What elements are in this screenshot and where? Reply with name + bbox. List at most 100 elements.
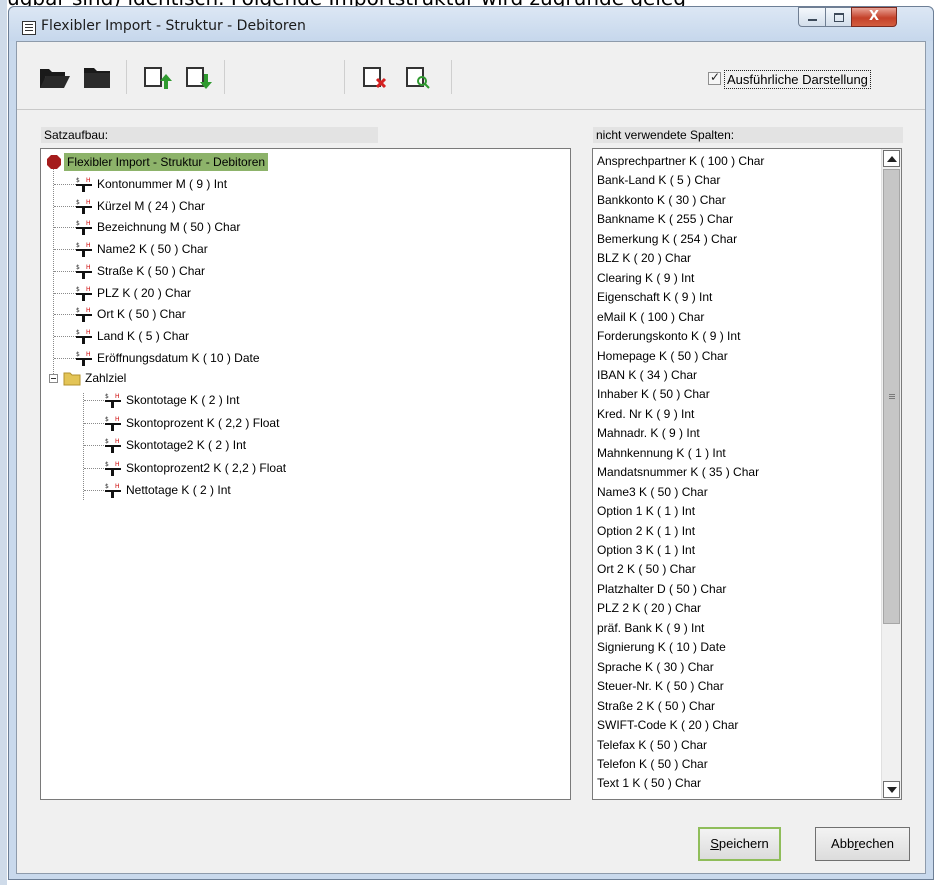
verbose-display-label: Ausführliche Darstellung	[724, 70, 871, 89]
svg-text:H: H	[115, 416, 120, 423]
unused-column-item[interactable]: Mahnkennung K ( 1 ) Int	[597, 444, 726, 463]
unused-column-item[interactable]: Homepage K ( 50 ) Char	[597, 347, 728, 366]
tree-connector	[54, 227, 76, 229]
unused-column-item[interactable]: Ansprechpartner K ( 100 ) Char	[597, 152, 764, 171]
maximize-button[interactable]	[825, 7, 852, 27]
tree-connector	[84, 490, 106, 491]
toolbar-separator	[224, 60, 225, 94]
svg-text:$: $	[76, 329, 80, 336]
svg-text:H: H	[115, 461, 120, 468]
field-type-icon: $ H	[76, 329, 92, 344]
unused-columns-list[interactable]: Ansprechpartner K ( 100 ) Char Bank-Land …	[592, 148, 902, 800]
svg-text:$: $	[76, 220, 80, 227]
scroll-thumb[interactable]	[883, 169, 900, 624]
unused-column-item[interactable]: Ort 2 K ( 50 ) Char	[597, 560, 696, 579]
unused-column-item[interactable]: Clearing K ( 9 ) Int	[597, 269, 694, 288]
svg-text:$: $	[76, 177, 80, 184]
unused-column-item[interactable]: Straße 2 K ( 50 ) Char	[597, 697, 715, 716]
unused-column-item[interactable]: Bankname K ( 255 ) Char	[597, 210, 733, 229]
tree-connector	[84, 400, 106, 401]
title-bar[interactable]: Flexibler Import - Struktur - Debitoren …	[9, 7, 933, 41]
unused-column-item[interactable]: Bank-Land K ( 5 ) Char	[597, 171, 720, 190]
tree-connector	[84, 445, 106, 446]
export-button[interactable]	[140, 62, 174, 92]
folder-button[interactable]	[81, 62, 115, 92]
field-type-icon: $ H	[105, 461, 121, 476]
tree-field-label: Skontotage2 K ( 2 ) Int	[126, 438, 247, 452]
unused-column-item[interactable]: Mahnadr. K ( 9 ) Int	[597, 424, 700, 443]
unused-column-item[interactable]: PLZ 2 K ( 20 ) Char	[597, 599, 701, 618]
tree-connector	[54, 335, 76, 337]
folder-icon	[63, 372, 81, 386]
svg-text:$: $	[76, 351, 80, 358]
app-window-icon	[22, 21, 36, 35]
unused-column-item[interactable]: präf. Bank K ( 9 ) Int	[597, 619, 704, 638]
unused-column-item[interactable]: Name3 K ( 50 ) Char	[597, 483, 708, 502]
collapse-toggle-icon[interactable]	[49, 374, 58, 383]
unused-column-item[interactable]: SWIFT-Code K ( 20 ) Char	[597, 716, 738, 735]
verbose-display-checkbox[interactable]	[708, 70, 721, 85]
tree-field-label: Nettotage K ( 2 ) Int	[126, 483, 231, 497]
svg-text:H: H	[86, 307, 91, 314]
unused-column-item[interactable]: Telefax K ( 50 ) Char	[597, 736, 707, 755]
svg-text:$: $	[105, 416, 109, 423]
svg-text:$: $	[76, 199, 80, 206]
unused-column-item[interactable]: Bankkonto K ( 30 ) Char	[597, 191, 726, 210]
window-title: Flexibler Import - Struktur - Debitoren	[41, 18, 306, 34]
svg-text:$: $	[105, 461, 109, 468]
save-button[interactable]: Speichern	[698, 827, 781, 861]
svg-text:H: H	[86, 286, 91, 293]
unused-column-item[interactable]: Signierung K ( 10 ) Date	[597, 638, 726, 657]
unused-column-item[interactable]: Steuer-Nr. K ( 50 ) Char	[597, 677, 724, 696]
unused-column-item[interactable]: Kred. Nr K ( 9 ) Int	[597, 405, 694, 424]
unused-column-item[interactable]: eMail K ( 100 ) Char	[597, 308, 704, 327]
unused-column-item[interactable]: Text 1 K ( 50 ) Char	[597, 774, 701, 793]
delete-button[interactable]	[359, 62, 393, 92]
scroll-down-icon[interactable]	[883, 781, 900, 798]
unused-column-item[interactable]: Telefon K ( 50 ) Char	[597, 755, 708, 774]
unused-column-item[interactable]: Bemerkung K ( 254 ) Char	[597, 230, 737, 249]
background-document-edge	[0, 0, 7, 885]
unused-column-item[interactable]: Option 2 K ( 1 ) Int	[597, 522, 695, 541]
cancel-label-start: Abb	[831, 836, 855, 851]
svg-text:$: $	[76, 286, 80, 293]
scroll-up-icon[interactable]	[883, 150, 900, 167]
svg-text:H: H	[86, 351, 91, 358]
tree-connector	[54, 292, 76, 294]
svg-text:H: H	[115, 438, 120, 445]
preview-button[interactable]	[402, 62, 436, 92]
field-type-icon: $ H	[76, 307, 92, 323]
structure-tree[interactable]: Flexibler Import - Struktur - Debitoren …	[40, 148, 571, 800]
unused-column-item[interactable]: Forderungskonto K ( 9 ) Int	[597, 327, 740, 346]
tree-field-label: Skontoprozent2 K ( 2,2 ) Float	[126, 460, 287, 475]
field-type-icon: $ H	[105, 483, 121, 498]
tree-field-label: Bezeichnung M ( 50 ) Char	[97, 220, 241, 235]
unused-column-item[interactable]: BLZ K ( 20 ) Char	[597, 249, 691, 268]
tree-field-label: Ort K ( 50 ) Char	[97, 307, 186, 322]
import-button[interactable]	[182, 62, 216, 92]
close-icon: X	[868, 9, 880, 24]
unused-column-item[interactable]: Platzhalter D ( 50 ) Char	[597, 580, 726, 599]
unused-column-item[interactable]: Option 1 K ( 1 ) Int	[597, 502, 695, 521]
open-folder-button[interactable]	[37, 62, 71, 92]
tree-connector	[54, 205, 76, 207]
unused-column-item[interactable]: Inhaber K ( 50 ) Char	[597, 385, 710, 404]
close-button[interactable]: X	[851, 7, 897, 27]
unused-column-item[interactable]: Sprache K ( 30 ) Char	[597, 658, 714, 677]
tree-field-label: PLZ K ( 20 ) Char	[97, 285, 192, 300]
unused-column-item[interactable]: Option 3 K ( 1 ) Int	[597, 541, 695, 560]
toolbar: Ausführliche Darstellung	[17, 42, 925, 110]
unused-column-item[interactable]: Eigenschaft K ( 9 ) Int	[597, 288, 712, 307]
unused-column-item[interactable]: IBAN K ( 34 ) Char	[597, 366, 697, 385]
svg-text:H: H	[86, 329, 91, 336]
import-icon	[186, 67, 212, 89]
minimize-button[interactable]	[798, 7, 826, 27]
cancel-label-end: echen	[858, 836, 894, 851]
import-structure-dialog: Flexibler Import - Struktur - Debitoren …	[8, 6, 934, 880]
unused-column-item[interactable]: Mandatsnummer K ( 35 ) Char	[597, 463, 759, 482]
field-type-icon: $ H	[105, 438, 121, 453]
svg-text:H: H	[86, 242, 91, 249]
tree-connector	[54, 357, 76, 359]
cancel-button[interactable]: Abbrechen	[815, 827, 910, 861]
vertical-scrollbar[interactable]	[881, 149, 901, 799]
